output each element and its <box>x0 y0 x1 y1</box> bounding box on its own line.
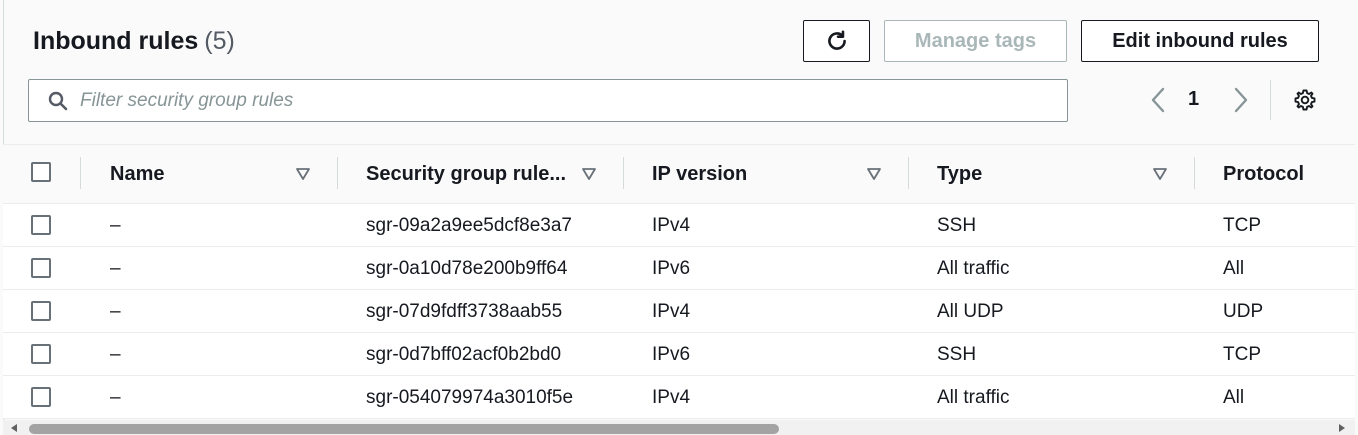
row-checkbox[interactable] <box>31 301 51 321</box>
cell-name: – <box>110 214 121 236</box>
cell-ip-version: IPv6 <box>652 343 691 365</box>
cell-type: SSH <box>937 214 977 236</box>
cell-rule-id: sgr-09a2a9ee5dcf8e3a7 <box>366 214 573 236</box>
cell-name: – <box>110 300 121 322</box>
horizontal-scrollbar[interactable] <box>3 420 1355 435</box>
cell-ip-version: IPv6 <box>652 257 691 279</box>
cell-name: – <box>110 343 121 365</box>
manage-tags-button[interactable]: Manage tags <box>884 20 1067 62</box>
cell-protocol: All <box>1223 257 1245 279</box>
sort-down-icon[interactable] <box>1152 166 1168 182</box>
cell-ip-version: IPv4 <box>652 386 691 408</box>
cell-rule-id: sgr-0a10d78e200b9ff64 <box>366 257 568 279</box>
row-checkbox[interactable] <box>31 344 51 364</box>
column-divider <box>80 157 81 189</box>
refresh-icon <box>827 30 846 50</box>
refresh-button[interactable] <box>803 20 870 62</box>
rule-count: (5) <box>204 27 235 55</box>
table-row[interactable]: – sgr-09a2a9ee5dcf8e3a7 IPv4 SSH TCP <box>3 204 1355 247</box>
column-header-type[interactable]: Type <box>937 145 982 204</box>
cell-type: SSH <box>937 343 977 365</box>
cell-rule-id: sgr-0d7bff02acf0b2bd0 <box>366 343 562 365</box>
cell-type: All traffic <box>937 386 1010 408</box>
cell-name: – <box>110 386 121 408</box>
cell-rule-id: sgr-054079974a3010f5e <box>366 386 574 408</box>
row-checkbox[interactable] <box>31 387 51 407</box>
gear-icon[interactable] <box>1293 88 1317 112</box>
sort-down-icon[interactable] <box>581 166 597 182</box>
column-divider <box>1194 157 1195 189</box>
table-row[interactable]: – sgr-054079974a3010f5e IPv4 All traffic… <box>3 376 1355 419</box>
edit-inbound-rules-button[interactable]: Edit inbound rules <box>1081 20 1319 62</box>
table-header-row: Name Security group rule... IP version T… <box>3 145 1355 204</box>
cell-protocol: All <box>1223 386 1245 408</box>
cell-protocol: TCP <box>1223 343 1261 365</box>
table-row[interactable]: – sgr-0a10d78e200b9ff64 IPv6 All traffic… <box>3 247 1355 290</box>
cell-ip-version: IPv4 <box>652 214 691 236</box>
column-divider <box>623 157 624 189</box>
row-checkbox[interactable] <box>31 258 51 278</box>
cell-protocol: UDP <box>1223 300 1264 322</box>
column-header-rule-id[interactable]: Security group rule... <box>366 145 566 204</box>
sort-down-icon[interactable] <box>866 166 882 182</box>
cell-type: All UDP <box>937 300 1004 322</box>
cell-protocol: TCP <box>1223 214 1261 236</box>
column-header-ip-version[interactable]: IP version <box>652 145 747 204</box>
panel-title-text: Inbound rules <box>33 27 199 55</box>
column-header-name[interactable]: Name <box>110 145 164 204</box>
cell-ip-version: IPv4 <box>652 300 691 322</box>
cell-type: All traffic <box>937 257 1010 279</box>
scroll-left-arrow-icon[interactable] <box>9 423 19 433</box>
cell-name: – <box>110 257 121 279</box>
scrollbar-thumb[interactable] <box>29 424 779 434</box>
column-divider <box>337 157 338 189</box>
cell-rule-id: sgr-07d9fdff3738aab55 <box>366 300 563 322</box>
table-row[interactable]: – sgr-0d7bff02acf0b2bd0 IPv6 SSH TCP <box>3 333 1355 376</box>
column-header-protocol[interactable]: Protocol <box>1223 145 1304 204</box>
filter-search-box[interactable] <box>28 79 1068 122</box>
row-checkbox[interactable] <box>31 215 51 235</box>
column-divider <box>908 157 909 189</box>
select-all-checkbox[interactable] <box>31 162 51 182</box>
table-row[interactable]: – sgr-07d9fdff3738aab55 IPv4 All UDP UDP <box>3 290 1355 333</box>
scroll-right-arrow-icon[interactable] <box>1337 423 1347 433</box>
search-icon <box>48 91 68 110</box>
sort-down-icon[interactable] <box>295 166 311 182</box>
page-number[interactable]: 1 <box>1188 88 1199 111</box>
chevron-left-icon[interactable] <box>1147 86 1169 114</box>
rules-table: Name Security group rule... IP version T… <box>3 145 1355 419</box>
chevron-right-icon[interactable] <box>1230 86 1252 114</box>
pagination-divider <box>1270 80 1271 120</box>
panel-title: Inbound rules (5) <box>33 27 235 56</box>
search-input[interactable] <box>80 89 1020 112</box>
